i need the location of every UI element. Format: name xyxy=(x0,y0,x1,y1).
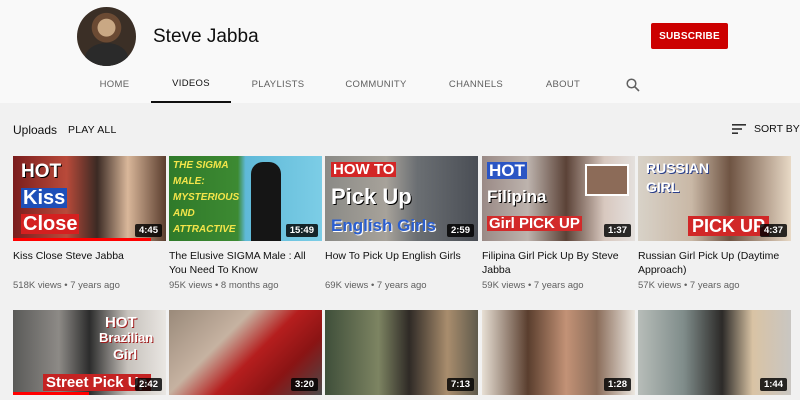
thumbnail-text: English Girls xyxy=(331,216,436,235)
video-thumbnail[interactable]: HOT Brazilian Girl Street Pick Up 2:42 xyxy=(13,310,166,395)
video-item[interactable]: THE SIGMA MALE: MYSTERIOUS AND ATTRACTIV… xyxy=(169,156,322,291)
video-item[interactable]: HOT Filipina Girl PICK UP 1:37 Filipina … xyxy=(482,156,635,291)
video-thumbnail[interactable]: 1:44 xyxy=(638,310,791,395)
thumbnail-figure xyxy=(251,162,281,241)
video-meta: 518K views • 7 years ago xyxy=(13,280,120,291)
video-title[interactable]: The Elusive SIGMA Male : All You Need To… xyxy=(169,249,322,277)
video-views: 518K views xyxy=(13,280,62,291)
thumbnail-text: MYSTERIOUS xyxy=(173,192,240,203)
thumbnail-text: Girl xyxy=(113,346,138,362)
video-meta: 57K views • 7 years ago xyxy=(638,280,740,291)
thumbnail-text: RUSSIAN xyxy=(646,160,710,176)
sort-icon xyxy=(732,124,746,134)
video-thumbnail[interactable]: RUSSIAN GIRL PICK UP 4:37 xyxy=(638,156,791,241)
video-duration: 3:20 xyxy=(290,378,318,391)
video-duration: 7:13 xyxy=(446,378,474,391)
video-meta: 95K views • 8 months ago xyxy=(169,280,279,291)
channel-tabs: HOME VIDEOS PLAYLISTS COMMUNITY CHANNELS… xyxy=(0,66,800,103)
video-item[interactable]: HOT Brazilian Girl Street Pick Up 2:42 xyxy=(13,310,166,395)
video-duration: 4:37 xyxy=(759,224,787,237)
tab-playlists[interactable]: PLAYLISTS xyxy=(238,66,318,103)
video-title[interactable]: How To Pick Up English Girls xyxy=(325,249,478,277)
thumbnail-inset xyxy=(585,164,629,196)
watch-progress-bar xyxy=(13,392,89,395)
video-item[interactable]: 7:13 xyxy=(325,310,478,395)
video-duration: 1:37 xyxy=(603,224,631,237)
video-duration: 2:42 xyxy=(134,378,162,391)
video-meta: 69K views • 7 years ago xyxy=(325,280,427,291)
video-meta: 59K views • 7 years ago xyxy=(482,280,584,291)
video-item[interactable]: 3:20 xyxy=(169,310,322,395)
subscribe-button[interactable]: SUBSCRIBE xyxy=(651,23,728,49)
video-thumbnail[interactable]: HOW TO Pick Up English Girls 2:59 xyxy=(325,156,478,241)
channel-name: Steve Jabba xyxy=(153,26,259,47)
tab-home[interactable]: HOME xyxy=(86,66,143,103)
tab-about[interactable]: ABOUT xyxy=(530,66,596,103)
sort-by-label: SORT BY xyxy=(754,123,800,135)
video-thumbnail[interactable]: 1:28 xyxy=(482,310,635,395)
tab-channels[interactable]: CHANNELS xyxy=(436,66,516,103)
watch-progress-bar xyxy=(13,238,151,241)
thumbnail-text: Close xyxy=(21,213,80,235)
thumbnail-text: HOT xyxy=(21,161,62,182)
video-item[interactable]: HOW TO Pick Up English Girls 2:59 How To… xyxy=(325,156,478,291)
video-thumbnail[interactable]: THE SIGMA MALE: MYSTERIOUS AND ATTRACTIV… xyxy=(169,156,322,241)
video-age: 7 years ago xyxy=(376,280,427,291)
sort-by-button[interactable]: SORT BY xyxy=(732,123,800,135)
video-title[interactable]: Filipina Girl Pick Up By Steve Jabba xyxy=(482,249,635,277)
video-item[interactable]: HOT Kiss Close 4:45 Kiss Close Steve Jab… xyxy=(13,156,166,291)
thumbnail-text: THE SIGMA xyxy=(173,160,229,171)
video-age: 7 years ago xyxy=(533,280,584,291)
thumbnail-text: MALE: xyxy=(173,176,205,187)
video-duration: 1:28 xyxy=(603,378,631,391)
thumbnail-text: PICK UP xyxy=(688,216,770,236)
video-title[interactable]: Kiss Close Steve Jabba xyxy=(13,249,166,277)
video-item[interactable]: 1:44 xyxy=(638,310,791,395)
video-thumbnail[interactable]: HOT Kiss Close 4:45 xyxy=(13,156,166,241)
video-thumbnail[interactable]: HOT Filipina Girl PICK UP 1:37 xyxy=(482,156,635,241)
channel-avatar[interactable] xyxy=(77,7,136,66)
thumbnail-text: HOT xyxy=(487,161,527,180)
thumbnail-text: Girl PICK UP xyxy=(487,215,582,232)
video-duration: 1:44 xyxy=(759,378,787,391)
thumbnail-text: Pick Up xyxy=(331,184,412,209)
video-age: 7 years ago xyxy=(70,280,120,291)
search-icon[interactable] xyxy=(626,78,640,92)
thumbnail-text: HOT xyxy=(105,314,137,331)
thumbnail-text: ATTRACTIVE xyxy=(173,224,236,235)
video-age: 7 years ago xyxy=(689,280,740,291)
play-all-button[interactable]: PLAY ALL xyxy=(68,124,117,136)
video-duration: 4:45 xyxy=(134,224,162,237)
video-views: 95K views xyxy=(169,280,213,291)
thumbnail-text: Brazilian xyxy=(99,330,154,345)
video-title[interactable]: Russian Girl Pick Up (Daytime Approach) xyxy=(638,249,791,277)
video-item[interactable]: 1:28 xyxy=(482,310,635,395)
tab-community[interactable]: COMMUNITY xyxy=(330,66,422,103)
video-duration: 15:49 xyxy=(285,224,318,237)
video-thumbnail[interactable]: 3:20 xyxy=(169,310,322,395)
thumbnail-text: Kiss xyxy=(21,187,68,209)
thumbnail-text: HOW TO xyxy=(331,161,397,178)
video-views: 59K views xyxy=(482,280,526,291)
video-views: 57K views xyxy=(638,280,682,291)
thumbnail-text: GIRL xyxy=(646,179,680,195)
video-item[interactable]: RUSSIAN GIRL PICK UP 4:37 Russian Girl P… xyxy=(638,156,791,291)
video-thumbnail[interactable]: 7:13 xyxy=(325,310,478,395)
uploads-label: Uploads xyxy=(13,123,58,137)
video-age: 8 months ago xyxy=(220,280,279,291)
video-duration: 2:59 xyxy=(446,224,474,237)
channel-header: Steve Jabba SUBSCRIBE HOME VIDEOS PLAYLI… xyxy=(0,0,800,103)
video-views: 69K views xyxy=(325,280,369,291)
thumbnail-text: AND xyxy=(173,208,195,219)
thumbnail-text: Filipina xyxy=(487,187,547,206)
tab-videos[interactable]: VIDEOS xyxy=(151,66,231,103)
